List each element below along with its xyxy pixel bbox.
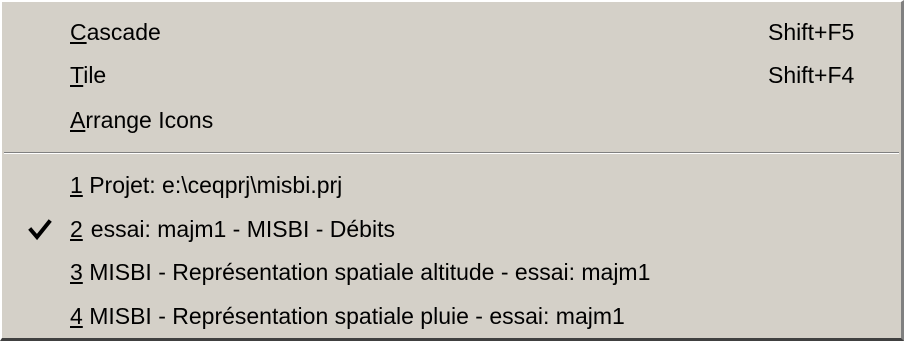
window-menu: Cascade Shift+F5 Tile Shift+F4 Arrange I… bbox=[0, 0, 904, 341]
checkmark-icon bbox=[28, 209, 58, 249]
menu-item-window-4[interactable]: 4 MISBI - Représentation spatiale pluie … bbox=[2, 296, 901, 336]
menu-item-cascade-label: Cascade bbox=[70, 19, 161, 45]
menu-item-window-2[interactable]: 2 essai: majm1 - MISBI - Débits bbox=[2, 209, 901, 249]
menu-item-window-4-label: 4 MISBI - Représentation spatiale pluie … bbox=[70, 303, 625, 329]
menu-item-window-3-label: 3 MISBI - Représentation spatiale altitu… bbox=[70, 259, 651, 285]
menu-item-cascade-shortcut: Shift+F5 bbox=[768, 19, 855, 45]
menu-item-tile[interactable]: Tile Shift+F4 bbox=[2, 55, 901, 95]
menu-item-tile-label: Tile bbox=[70, 62, 107, 88]
menu-item-window-1[interactable]: 1 Projet: e:\ceqprj\misbi.prj bbox=[2, 165, 901, 205]
menu-item-tile-shortcut: Shift+F4 bbox=[768, 62, 855, 88]
menu-item-window-3[interactable]: 3 MISBI - Représentation spatiale altitu… bbox=[2, 252, 901, 292]
menu-separator bbox=[4, 152, 899, 154]
menu-item-arrange-icons[interactable]: Arrange Icons bbox=[2, 100, 901, 140]
menu-item-arrange-icons-label: Arrange Icons bbox=[70, 107, 214, 133]
menu-item-cascade[interactable]: Cascade Shift+F5 bbox=[2, 12, 901, 52]
menu-item-window-1-label: 1 Projet: e:\ceqprj\misbi.prj bbox=[70, 172, 343, 198]
menu-item-window-2-label: 2 essai: majm1 - MISBI - Débits bbox=[70, 216, 395, 242]
